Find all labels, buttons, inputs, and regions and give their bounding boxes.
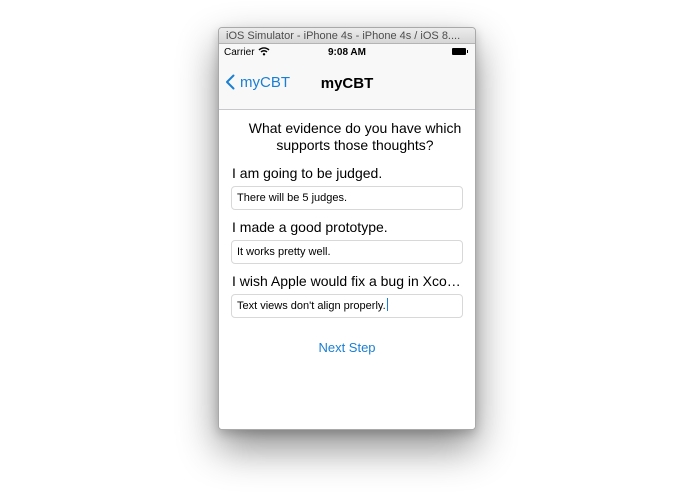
question-text: What evidence do you have which supports…: [248, 120, 462, 153]
evidence-text-1: There will be 5 judges.: [237, 192, 348, 204]
window-title: iOS Simulator - iPhone 4s - iPhone 4s / …: [219, 28, 475, 44]
evidence-field-3[interactable]: Text views don't align properly.: [231, 294, 463, 318]
evidence-field-2[interactable]: It works pretty well.: [231, 240, 463, 264]
evidence-text-3: Text views don't align properly.: [237, 300, 386, 312]
thought-label-2: I made a good prototype.: [232, 219, 388, 235]
thought-label-3: I wish Apple would fix a bug in Xco…: [232, 273, 461, 289]
status-time: 9:08 AM: [328, 47, 366, 58]
evidence-text-2: It works pretty well.: [237, 246, 331, 258]
status-bar: Carrier 9:08 AM: [219, 44, 475, 64]
device-screen: Carrier 9:08 AM myCBT myCBT What evidenc…: [219, 44, 475, 429]
simulator-window: iOS Simulator - iPhone 4s - iPhone 4s / …: [218, 27, 476, 430]
thought-label-1: I am going to be judged.: [232, 165, 383, 181]
text-cursor: [386, 298, 388, 311]
back-button[interactable]: myCBT: [225, 70, 290, 94]
next-step-button[interactable]: Next Step: [219, 340, 475, 355]
evidence-field-1[interactable]: There will be 5 judges.: [231, 186, 463, 210]
main-content: What evidence do you have which supports…: [219, 110, 475, 429]
navigation-bar: myCBT myCBT: [219, 64, 475, 110]
chevron-left-icon: [226, 74, 235, 90]
battery-icon: [452, 48, 468, 55]
back-button-label: myCBT: [240, 73, 290, 91]
